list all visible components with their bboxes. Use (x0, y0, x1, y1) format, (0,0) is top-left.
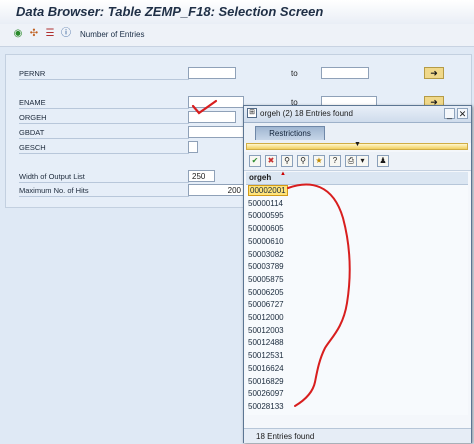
pernr-label-underline (19, 79, 189, 80)
popup-tabstrip: Restrictions (244, 123, 471, 143)
max-hits-label: Maximum No. of Hits (19, 186, 89, 195)
tab-restrictions[interactable]: Restrictions (255, 126, 325, 140)
max-hits-input[interactable]: 200 (188, 184, 244, 196)
cancel-icon[interactable]: ✖ (265, 155, 277, 167)
close-icon[interactable]: ✕ (457, 108, 468, 119)
pernr-to-input[interactable] (321, 67, 369, 79)
restrictions-collapse-bar[interactable]: ▼ (246, 141, 468, 150)
find-next-icon[interactable]: ⚲ (297, 155, 309, 167)
sort-ascending-icon: ▲ (280, 171, 286, 177)
gesch-label-underline (19, 153, 189, 154)
list-item-value: 50012488 (248, 338, 284, 348)
popup-toolbar: ✔ ✖ ⚲ ⚲ ★ ? ⎙ ▾ ♟ (244, 152, 471, 171)
confirm-icon[interactable]: ✔ (249, 155, 261, 167)
gbdat-label-underline (19, 138, 189, 139)
ename-label-underline (19, 108, 189, 109)
information-icon[interactable]: ? (329, 155, 341, 167)
window-title: Data Browser: Table ZEMP_F18: Selection … (16, 4, 324, 19)
title-bar: Data Browser: Table ZEMP_F18: Selection … (0, 0, 474, 25)
list-item-value: 50016624 (248, 363, 284, 373)
ename-label: ENAME (19, 98, 46, 107)
list-item-value: 50006727 (248, 300, 284, 310)
application-toolbar: ◉ ✣ ☰ ⓘ Number of Entries (0, 24, 474, 47)
width-output-input[interactable]: 250 (188, 170, 215, 182)
entries-found-status: 18 Entries found (256, 432, 315, 441)
list-item-value: 50003789 (248, 262, 284, 272)
minimize-icon[interactable]: _ (444, 108, 455, 119)
collapse-arrow-icon: ▼ (354, 141, 361, 148)
info-icon[interactable]: ⓘ (60, 28, 72, 40)
gbdat-from-input[interactable] (188, 126, 244, 138)
gesch-label: GESCH (19, 143, 46, 152)
list-item-value: 50000605 (248, 224, 284, 234)
pernr-multiple-selection-button[interactable]: ➜ (424, 67, 444, 79)
width-output-label-underline (19, 182, 189, 183)
column-header-label: orgeh (249, 173, 272, 182)
list-item-value: 50012003 (248, 325, 284, 335)
popup-title: orgeh (2) 18 Entries found (260, 109, 353, 118)
favorites-icon[interactable]: ★ (313, 155, 325, 167)
list-item-value: 50016829 (248, 376, 284, 386)
find-icon[interactable]: ⚲ (281, 155, 293, 167)
print-dropdown-icon[interactable]: ▾ (357, 155, 369, 167)
red-checkmark-annotation (191, 99, 218, 115)
popup-window-icon: ⊞ (247, 108, 257, 118)
list-item-value: 50000595 (248, 211, 284, 221)
pernr-from-input[interactable] (188, 67, 236, 79)
red-curve-annotation (287, 183, 351, 407)
orgeh-label: ORGEH (19, 113, 47, 122)
pernr-to-label: to (291, 69, 298, 78)
list-item-value: 50026097 (248, 389, 284, 399)
pernr-label: PERNR (19, 69, 46, 78)
list-item-value: 50000610 (248, 236, 284, 246)
print-icon[interactable]: ⎙ (345, 155, 357, 167)
list-item-value: 50028133 (248, 401, 284, 411)
personal-list-icon[interactable]: ♟ (377, 155, 389, 167)
orgeh-label-underline (19, 123, 189, 124)
list-item-value: 00002001 (248, 185, 288, 196)
hierarchy-icon[interactable]: ✣ (28, 28, 40, 40)
number-of-entries-button[interactable]: Number of Entries (80, 30, 144, 39)
gbdat-label: GBDAT (19, 128, 45, 137)
popup-title-bar: ⊞ orgeh (2) 18 Entries found _ ✕ (244, 106, 471, 123)
width-output-label: Width of Output List (19, 172, 85, 181)
gesch-from-input[interactable] (188, 141, 198, 153)
list-item-value: 50000114 (248, 198, 283, 208)
list-item-value: 50006205 (248, 287, 284, 297)
layout-icon[interactable]: ☰ (44, 28, 56, 40)
execute-icon[interactable]: ◉ (12, 28, 24, 40)
list-item-value: 50005875 (248, 274, 284, 284)
list-item-value: 50003082 (248, 249, 284, 259)
max-hits-label-underline (19, 196, 189, 197)
popup-status-bar: 18 Entries found (244, 428, 471, 443)
list-item-value: 50012531 (248, 351, 284, 361)
list-item-value: 50012000 (248, 313, 284, 322)
